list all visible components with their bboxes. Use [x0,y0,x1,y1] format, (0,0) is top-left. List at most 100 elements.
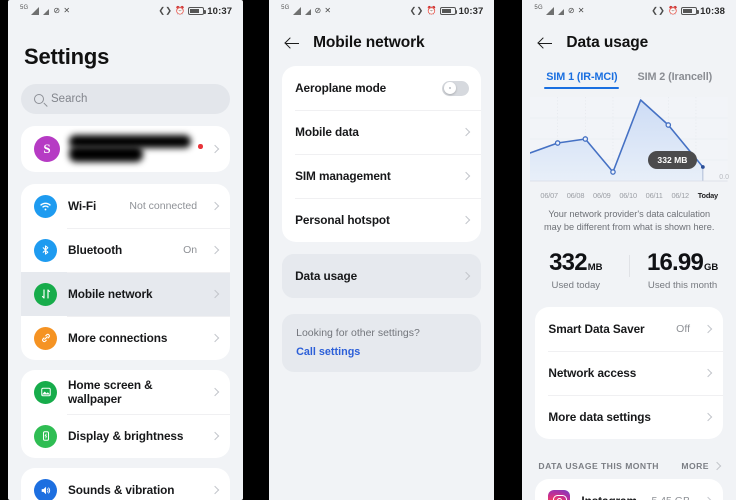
sound-icon [34,478,57,500]
sidebar-item-label: Mobile network [68,287,153,301]
mute-icon: ✕ [63,6,71,15]
data-usage-group: Data usage [282,254,482,298]
apps-usage-list: Instagram 5.45 GB Chrome 3.06 GB [535,478,723,500]
aeroplane-mode-toggle[interactable] [442,80,470,96]
redacted-account-name [69,134,191,164]
data-usage-chart[interactable]: 332 MB 0.0 [530,97,729,189]
row-personal-hotspot[interactable]: Personal hotspot [282,198,482,242]
mute-icon: ✕ [324,6,332,15]
instagram-icon [548,490,571,500]
stat-unit: GB [704,261,719,273]
chevron-right-icon [210,245,220,255]
stat-caption: Used this month [647,279,718,291]
screenshot-stage: 5G ⊘ ✕ ❮❯ ⏰ 10:37 Settings Search S Wi-F… [0,0,736,500]
row-more-data-settings[interactable]: More data settings [535,394,723,439]
call-settings-link[interactable]: Call settings [296,346,467,358]
back-arrow-icon[interactable] [283,34,301,52]
other-settings-block: Looking for other settings? Call setting… [282,314,482,372]
signal-icon-2 [557,8,565,15]
row-data-usage[interactable]: Data usage [282,254,482,298]
wifi-icon [34,194,57,218]
status-bar-left: 5G ⊘ ✕ [20,5,71,15]
stat-unit: MB [587,261,603,273]
sidebar-item-value: On [183,244,198,256]
alarm-icon: ⏰ [175,6,186,15]
signal-type-label: 5G [281,5,290,11]
chevron-right-icon [210,333,220,343]
sidebar-item-display-brightness[interactable]: Display & brightness [21,414,231,458]
sidebar-item-label: Sounds & vibration [68,483,175,497]
row-label: Mobile data [295,125,359,139]
status-bar-right: ❮❯ ⏰ 10:38 [651,6,725,17]
data-settings-group: Smart Data Saver Off Network access More… [535,306,723,439]
settings-group-sound: Sounds & vibration Notifications [21,468,231,500]
apps-more-button[interactable]: MORE [681,460,722,471]
stat-used-this-month: 16.99GB Used this month [629,249,736,291]
other-settings-question: Looking for other settings? [296,327,420,339]
chevron-right-icon [462,271,471,281]
search-icon [34,94,44,104]
sidebar-item-wifi[interactable]: Wi-Fi Not connected [21,184,230,228]
signal-icon-2 [43,8,50,15]
settings-group-display: Home screen & wallpaper Display & bright… [21,370,231,458]
axis-tick: 06/08 [566,191,585,200]
alarm-icon: ⏰ [668,6,679,15]
chevron-right-icon [703,412,713,421]
vibrate-icon: ❮❯ [651,6,665,15]
display-icon [34,424,57,448]
row-sim-management[interactable]: SIM management [282,154,482,198]
signal-icon-1 [292,7,302,15]
search-input[interactable]: Search [21,84,231,114]
tab-sim-2[interactable]: SIM 2 (Irancell) [635,68,714,89]
phone-mobile-network: 5G ⊘ ✕ ❮❯ ⏰ 10:37 Mobile network Aeropla… [269,0,495,500]
clock: 10:37 [458,5,484,17]
app-bar: Data usage [522,22,736,66]
chevron-right-icon [703,324,713,333]
battery-icon [188,6,206,16]
app-bar: Mobile network [269,22,494,66]
chevron-right-icon [462,171,471,181]
profile-card[interactable]: S [21,126,231,172]
apps-section-header: DATA USAGE THIS MONTH MORE [522,449,736,479]
stat-number: 16.99 [646,248,704,276]
page-title: Mobile network [313,34,425,51]
axis-tick-today: Today [697,191,718,200]
link-icon [34,326,57,350]
signal-icon-1 [31,7,40,15]
tab-sim-1[interactable]: SIM 1 (IR-MCI) [544,68,620,90]
row-label: Personal hotspot [295,213,390,227]
no-sim-icon: ⊘ [567,6,575,15]
chevron-right-icon [703,368,713,377]
chevron-right-icon [210,485,220,495]
sidebar-item-home-screen-wallpaper[interactable]: Home screen & wallpaper [21,370,230,414]
sidebar-item-mobile-network[interactable]: Mobile network [21,272,231,316]
page-title: Data usage [566,34,649,51]
chart-x-axis: 06/07 06/08 06/09 06/10 06/11 06/12 Toda… [530,189,728,200]
apps-more-label: MORE [681,460,709,471]
list-item-instagram[interactable]: Instagram 5.45 GB [535,479,723,500]
chevron-right-icon [712,461,722,470]
sidebar-item-bluetooth[interactable]: Bluetooth On [21,228,231,272]
row-aeroplane-mode[interactable]: Aeroplane mode [282,66,481,110]
notification-dot [198,144,203,149]
stat-used-today: 332MB Used today [522,249,629,291]
app-name: Instagram [581,494,640,500]
sidebar-item-label: Wi-Fi [68,199,97,213]
page-title: Settings [24,44,110,69]
axis-tick: 06/07 [540,191,558,200]
signal-type-label: 5G [20,5,29,11]
bluetooth-icon [34,238,57,262]
row-network-access[interactable]: Network access [535,350,723,395]
sidebar-item-more-connections[interactable]: More connections [21,316,231,360]
clock: 10:37 [207,5,233,17]
row-label: Network access [548,365,637,380]
row-smart-data-saver[interactable]: Smart Data Saver Off [535,307,723,351]
status-bar: 5G ⊘ ✕ ❮❯ ⏰ 10:38 [522,0,736,22]
back-arrow-icon[interactable] [536,34,554,52]
sidebar-item-sounds-vibration[interactable]: Sounds & vibration [21,468,230,500]
chevron-right-icon [462,127,471,137]
chevron-right-icon [210,431,220,441]
signal-icon-2 [304,8,312,15]
row-mobile-data[interactable]: Mobile data [282,110,482,154]
sidebar-item-value: Not connected [129,200,198,212]
